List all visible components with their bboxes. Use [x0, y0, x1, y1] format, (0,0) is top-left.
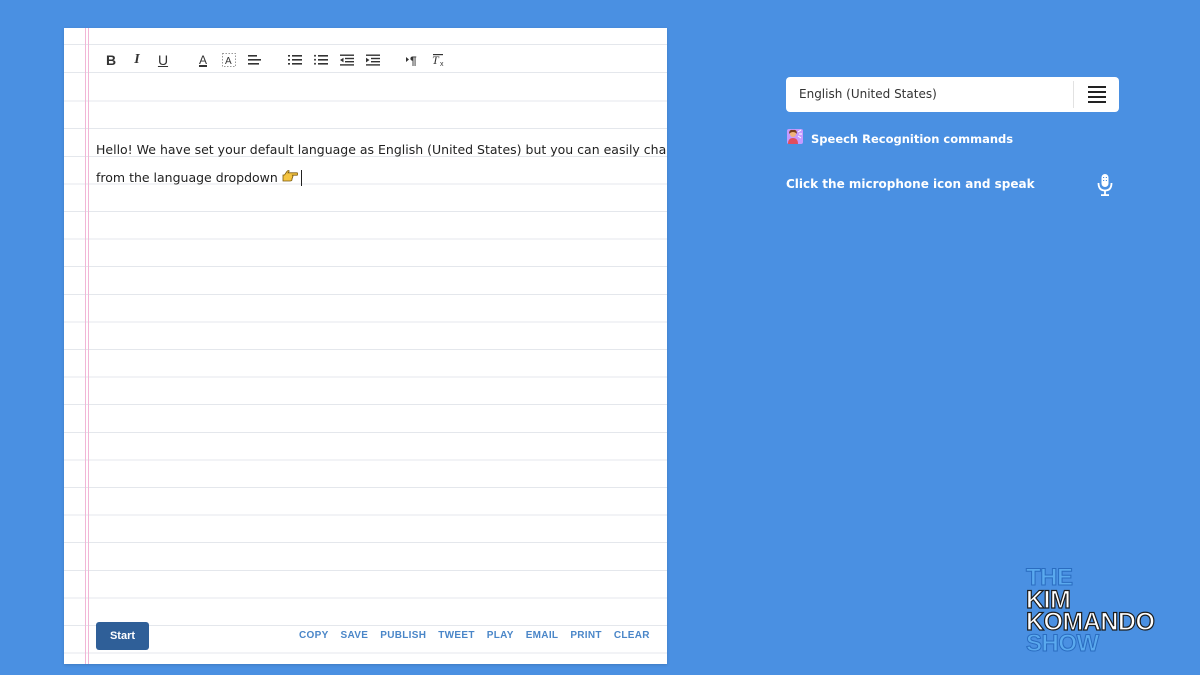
svg-text:x: x	[440, 61, 444, 67]
microphone-icon[interactable]	[1097, 173, 1113, 197]
editor-line: from the language dropdown	[96, 164, 656, 192]
bullet-list-icon[interactable]	[312, 50, 330, 70]
text-caret	[300, 170, 302, 187]
logo-the: THE	[1026, 564, 1074, 591]
formatting-toolbar: B I U A A ¶ Tx	[102, 50, 456, 70]
language-dropdown[interactable]: English (United States)	[786, 77, 1119, 112]
ordered-list-icon[interactable]	[286, 50, 304, 70]
svg-text:¶: ¶	[410, 54, 417, 66]
publish-link[interactable]: PUBLISH	[380, 630, 426, 641]
editor-content[interactable]: Hello! We have set your default language…	[96, 136, 667, 192]
dropdown-divider	[1073, 81, 1074, 108]
backhand-index-pointing-right-icon	[282, 164, 299, 192]
tweet-link[interactable]: TWEET	[438, 630, 475, 641]
bold-button[interactable]: B	[102, 50, 120, 70]
clear-formatting-icon[interactable]: Tx	[430, 50, 448, 70]
font-color-button[interactable]: A	[194, 50, 212, 70]
outdent-icon[interactable]	[338, 50, 356, 70]
play-link[interactable]: PLAY	[487, 630, 514, 641]
italic-button[interactable]: I	[128, 50, 146, 70]
editor-line: Hello! We have set your default language…	[96, 142, 667, 157]
clear-link[interactable]: CLEAR	[614, 630, 650, 641]
margin-line	[88, 28, 89, 664]
text-editor[interactable]: B I U A A ¶ Tx Hello! We have set your d…	[64, 28, 667, 664]
action-bar: COPY SAVE PUBLISH TWEET PLAY EMAIL PRINT…	[299, 630, 662, 641]
microphone-hint: Click the microphone icon and speak	[786, 177, 1035, 191]
kim-komando-show-logo: THE KIM KOMANDO SHOW	[1025, 564, 1176, 658]
logo-kim: KIM	[1025, 586, 1071, 614]
start-button[interactable]: Start	[96, 622, 149, 650]
speech-commands-link[interactable]: Speech Recognition commands	[787, 129, 1013, 148]
align-left-icon[interactable]	[246, 50, 264, 70]
save-link[interactable]: SAVE	[341, 630, 369, 641]
person-speaking-icon	[787, 129, 803, 148]
email-link[interactable]: EMAIL	[526, 630, 559, 641]
editor-line-text: from the language dropdown	[96, 169, 278, 185]
indent-icon[interactable]	[364, 50, 382, 70]
text-direction-icon[interactable]: ¶	[404, 50, 422, 70]
svg-text:A: A	[225, 56, 232, 67]
speech-commands-label: Speech Recognition commands	[811, 131, 1014, 146]
margin-line	[85, 28, 86, 664]
copy-link[interactable]: COPY	[299, 630, 329, 641]
underline-button[interactable]: U	[154, 50, 172, 70]
language-selected-value: English (United States)	[799, 87, 937, 101]
logo-komando: KOMANDO	[1025, 608, 1155, 636]
highlight-icon[interactable]: A	[220, 50, 238, 70]
print-link[interactable]: PRINT	[570, 630, 602, 641]
menu-icon[interactable]	[1087, 85, 1107, 104]
